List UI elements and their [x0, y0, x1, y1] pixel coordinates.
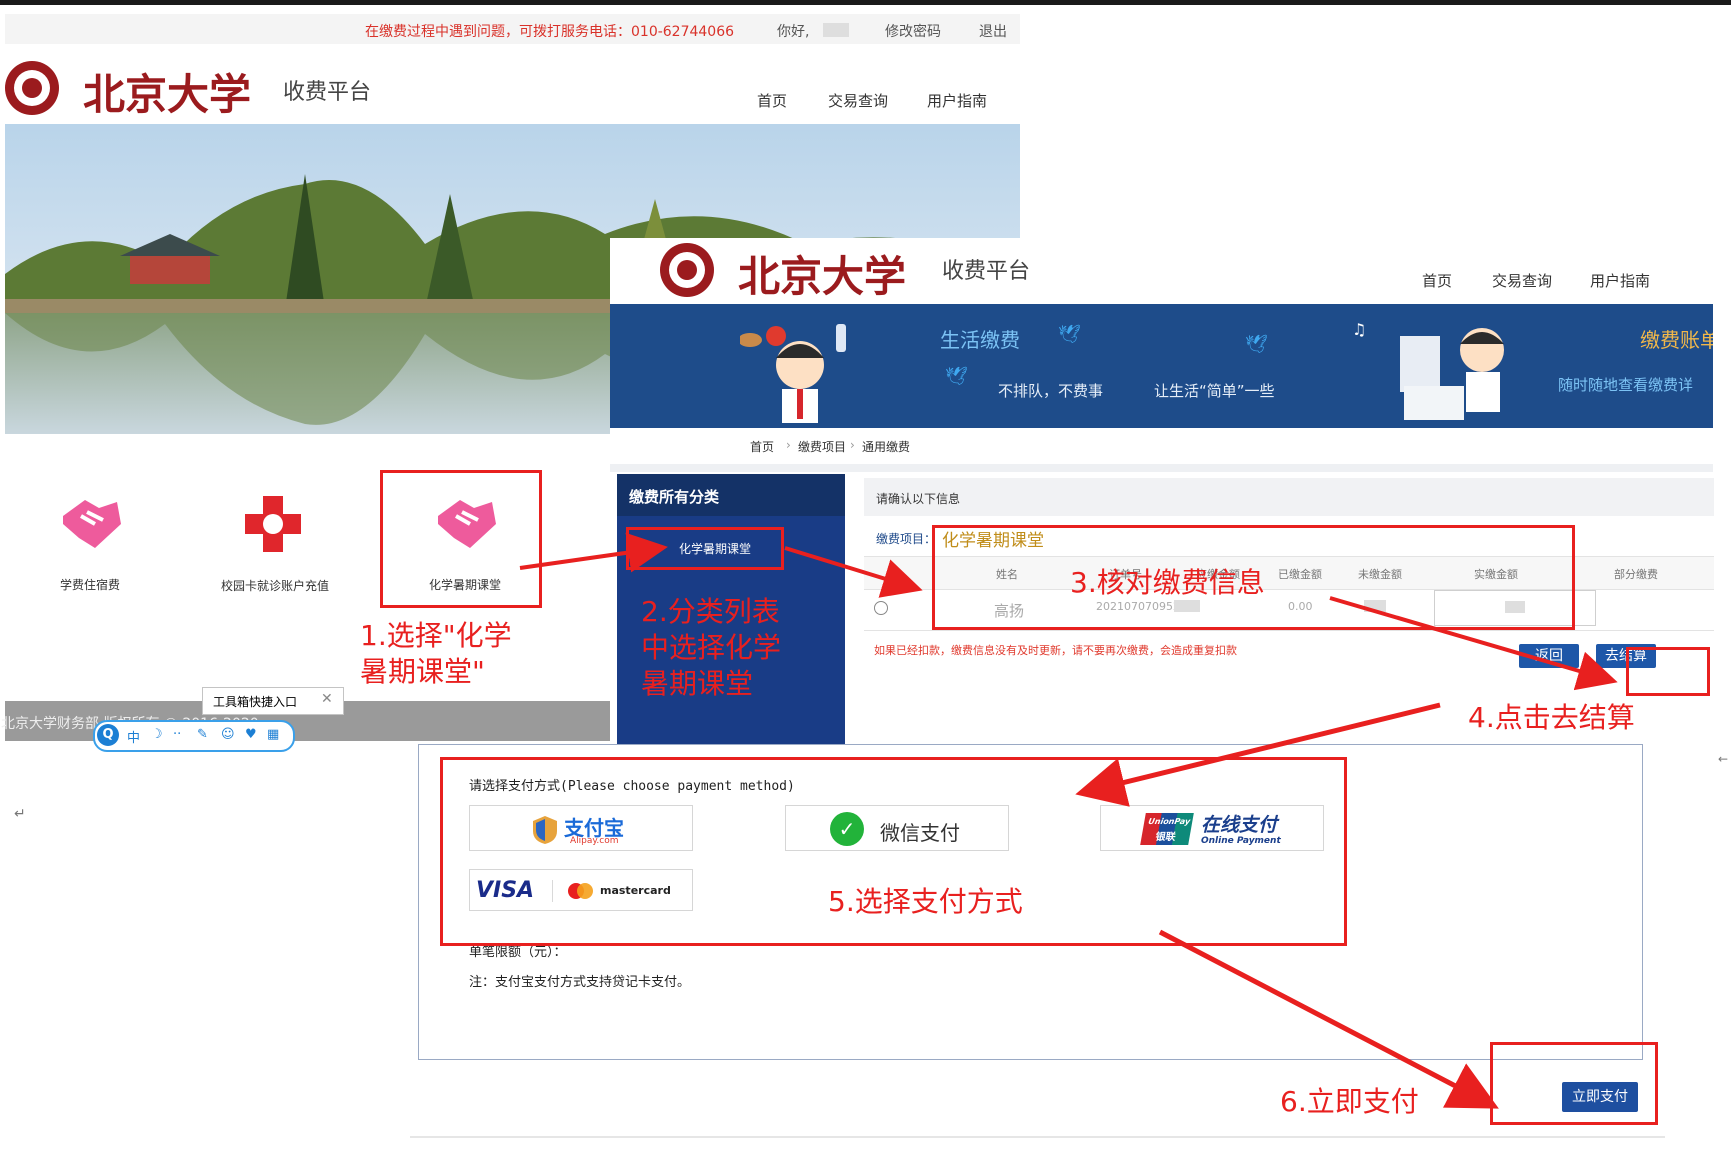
logout-link[interactable]: 退出 — [979, 21, 1007, 41]
nav-user-guide[interactable]: 用户指南 — [1590, 270, 1650, 291]
tuition-service-icon[interactable] — [55, 494, 125, 554]
banner-bill-subtitle: 随时随地查看缴费详 — [1558, 376, 1694, 394]
step2-annotation: 2.分类列表 中选择化学 暑期课堂 — [641, 595, 782, 700]
bird-icon: 🕊 — [1245, 334, 1268, 355]
nav-user-guide[interactable]: 用户指南 — [927, 90, 987, 111]
paragraph-return-mark: ↵ — [14, 806, 26, 822]
top-info-bar: 在缴费过程中遇到问题，可拨打服务电话：010-62744066 你好, 修改密码… — [5, 14, 1020, 44]
breadcrumb-general-payment: 通用缴费 — [862, 440, 911, 454]
nav-transactions[interactable]: 交易查询 — [828, 90, 888, 111]
moon-icon[interactable]: ☽ — [151, 727, 163, 742]
punctuation-icon[interactable]: ·· — [173, 727, 181, 742]
item-label: 缴费项目： — [876, 532, 937, 546]
cartoon-boy-icon — [740, 324, 846, 423]
wrench-icon[interactable]: ✎ — [197, 727, 208, 742]
screen-top-edge — [0, 0, 1731, 5]
step5-annotation: 5.选择支付方式 — [828, 885, 1023, 918]
platform-title: 收费平台 — [942, 259, 1031, 284]
bird-icon: 🕊 — [1058, 324, 1081, 345]
banner-bill-title: 缴费账单 — [1640, 328, 1713, 352]
greeting-text: 你好, — [777, 24, 810, 40]
grid-menu-icon[interactable]: ▦ — [267, 727, 279, 742]
ime-chinese-toggle[interactable]: 中 — [127, 727, 140, 746]
step3-annotation: 3.核对缴费信息 — [1070, 566, 1265, 599]
cartoon-computer-user-icon — [1400, 328, 1504, 420]
pku-logo — [5, 61, 59, 115]
service-label-campus-card[interactable]: 校园卡就诊账户充值 — [220, 576, 330, 596]
duplicate-payment-warning: 如果已经扣款，缴费信息没有及时更新，请不要再次缴费，会造成重复扣款 — [874, 644, 1237, 657]
platform-title: 收费平台 — [283, 80, 372, 105]
alipay-credit-note: 注：支付宝支付方式支持贷记卡支付。 — [469, 975, 691, 990]
back-button[interactable]: 返回 — [1519, 644, 1579, 668]
ime-toolbar[interactable]: Q 中 ☽ ·· ✎ ☺ ♥ ▦ — [93, 720, 295, 752]
life-payment-banner: 生活缴费 🕊 🕊 不排队，不费事 让生活“简单”一些 🕊 ♫ 缴费账单 随时随地… — [610, 304, 1713, 428]
university-name: 北京大学 — [83, 70, 252, 119]
nav-home[interactable]: 首页 — [1422, 270, 1452, 291]
step6-highlight-box — [1490, 1042, 1658, 1125]
step4-annotation: 4.点击去结算 — [1468, 701, 1635, 734]
username-redacted — [823, 23, 849, 37]
pku-logo — [660, 243, 714, 297]
banner-tagline-b: 让生活“简单”一些 — [1154, 382, 1275, 400]
service-hotline: 在缴费过程中遇到问题，可拨打服务电话：010-62744066 — [365, 24, 735, 40]
music-note-icon: ♫ — [1352, 320, 1367, 339]
step1-annotation: 1.选择"化学 暑期课堂" — [360, 619, 512, 688]
medical-cross-icon[interactable] — [243, 494, 303, 554]
breadcrumb-home[interactable]: 首页 — [750, 438, 774, 455]
ime-logo-icon: Q — [97, 724, 119, 746]
nav-transactions[interactable]: 交易查询 — [1492, 270, 1552, 291]
step6-annotation: 6.立即支付 — [1280, 1085, 1419, 1118]
skin-icon[interactable]: ♥ — [245, 727, 257, 742]
toolbox-shortcut-popup[interactable]: 工具箱快捷入口 ✕ — [202, 687, 344, 715]
nav-home[interactable]: 首页 — [757, 90, 787, 111]
university-name: 北京大学 — [738, 252, 907, 301]
row-select-radio[interactable] — [874, 601, 888, 615]
change-password-link[interactable]: 修改密码 — [885, 21, 941, 41]
bird-icon: 🕊 — [945, 366, 968, 387]
category-sidebar-title: 缴费所有分类 — [617, 474, 845, 516]
close-icon[interactable]: ✕ — [321, 691, 333, 707]
step4-highlight-box — [1626, 647, 1710, 696]
step1-highlight-box — [380, 470, 542, 608]
banner-title: 生活缴费 — [940, 328, 1020, 352]
edge-arrow-mark: ← — [1718, 752, 1729, 766]
confirm-title: 请确认以下信息 — [876, 492, 961, 506]
service-label-tuition[interactable]: 学费住宿费 — [40, 576, 140, 593]
emoji-icon[interactable]: ☺ — [221, 727, 235, 742]
breadcrumb-payment-items[interactable]: 缴费项目 — [798, 438, 846, 455]
step2-highlight-box — [626, 527, 784, 570]
banner-tagline-a: 不排队，不费事 — [998, 382, 1104, 400]
breadcrumb: 首页 › 缴费项目 › 通用缴费 — [610, 428, 1713, 464]
